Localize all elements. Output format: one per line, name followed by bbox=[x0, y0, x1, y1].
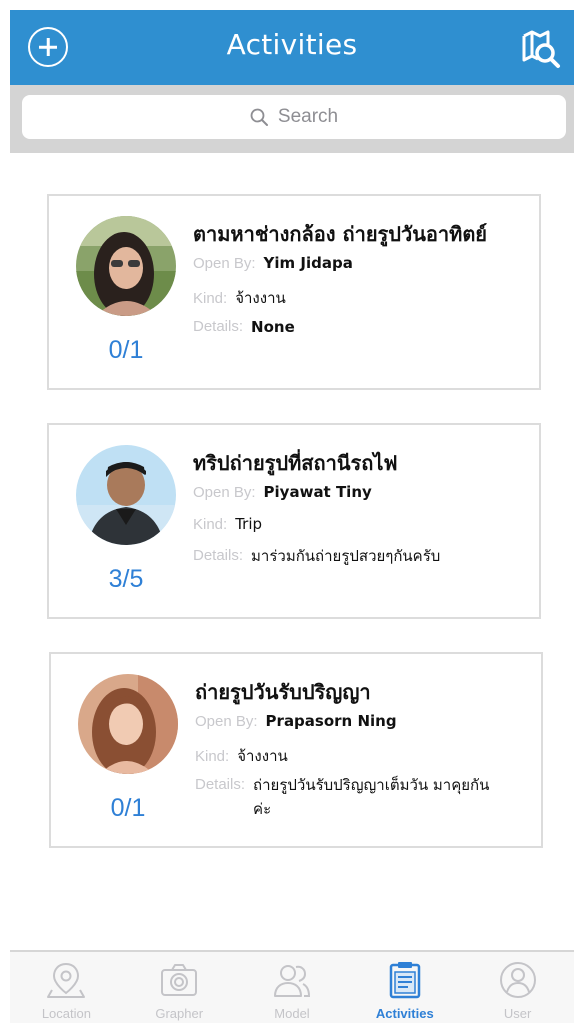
kind-value: จ้างงาน bbox=[235, 289, 286, 307]
open-by-label: Open By: bbox=[193, 255, 256, 272]
activity-title: ถ่ายรูปวันรับปริญญา bbox=[195, 680, 371, 704]
details-row: Details: ถ่ายรูปวันรับปริญญาเต็มวัน มาคุย… bbox=[195, 776, 493, 821]
kind-label: Kind: bbox=[195, 748, 230, 765]
open-by-row: Open By: Prapasorn Ning bbox=[195, 712, 397, 730]
tab-label: Grapher bbox=[155, 1006, 204, 1021]
tab-bar: Location Grapher Model Activities User bbox=[10, 950, 574, 1023]
details-row: Details: None bbox=[193, 318, 491, 339]
avatar bbox=[78, 674, 178, 774]
open-by-label: Open By: bbox=[195, 713, 258, 730]
tab-activities[interactable]: Activities bbox=[348, 952, 461, 1023]
search-bar: Search bbox=[10, 85, 574, 153]
participant-count: 3/5 bbox=[108, 565, 144, 593]
people-icon bbox=[273, 965, 310, 997]
nav-header: Activities bbox=[10, 10, 574, 85]
user-icon bbox=[499, 962, 536, 998]
details-label: Details: bbox=[193, 318, 244, 335]
magnifier-icon bbox=[250, 108, 268, 126]
avatar bbox=[76, 216, 176, 316]
details-label: Details: bbox=[193, 547, 244, 564]
tab-label: Location bbox=[41, 1006, 91, 1021]
participant-count: 0/1 bbox=[108, 336, 144, 364]
details-value: ถ่ายรูปวันรับปริญญาเต็มวัน มาคุยกันค่ะ bbox=[253, 776, 490, 818]
tab-label: User bbox=[503, 1006, 532, 1021]
search-input[interactable]: Search bbox=[22, 95, 566, 139]
tab-location[interactable]: Location bbox=[10, 952, 123, 1023]
open-by-value: Piyawat Tiny bbox=[263, 483, 372, 501]
kind-row: Kind: จ้างงาน bbox=[195, 744, 288, 768]
participant-count: 0/1 bbox=[110, 794, 146, 822]
activity-title: ตามหาช่างกล้อง ถ่ายรูปวันอาทิตย์ bbox=[193, 222, 488, 246]
activity-card[interactable]: 3/5 ทริปถ่ายรูปที่สถานีรถไฟ Open By: Piya… bbox=[47, 423, 541, 619]
camera-icon bbox=[161, 964, 198, 996]
details-value: มาร่วมกันถ่ายรูปสวยๆกันครับ bbox=[251, 547, 441, 565]
map-search-icon[interactable] bbox=[518, 26, 562, 70]
kind-row: Kind: Trip bbox=[193, 515, 262, 533]
tab-user[interactable]: User bbox=[461, 952, 574, 1023]
kind-value: Trip bbox=[235, 515, 263, 533]
search-placeholder: Search bbox=[277, 106, 339, 127]
activities-screen: Activities Search 0/1 ตามหาช่างกล้อง ถ่า… bbox=[0, 0, 574, 1023]
activity-card[interactable]: 0/1 ตามหาช่างกล้อง ถ่ายรูปวันอาทิตย์ Ope… bbox=[47, 194, 541, 390]
tab-grapher[interactable]: Grapher bbox=[123, 952, 236, 1023]
open-by-row: Open By: Piyawat Tiny bbox=[193, 483, 372, 501]
avatar bbox=[76, 445, 176, 545]
open-by-value: Prapasorn Ning bbox=[265, 712, 397, 730]
kind-value: จ้างงาน bbox=[237, 747, 288, 765]
details-value: None bbox=[251, 318, 295, 336]
tab-label: Activities bbox=[375, 1006, 434, 1021]
page-title: Activities bbox=[226, 28, 358, 61]
activity-title: ทริปถ่ายรูปที่สถานีรถไฟ bbox=[193, 451, 398, 475]
kind-label: Kind: bbox=[193, 290, 228, 307]
open-by-value: Yim Jidapa bbox=[263, 254, 353, 272]
details-label: Details: bbox=[195, 776, 246, 793]
clipboard-icon bbox=[389, 962, 421, 999]
map-pin-icon bbox=[47, 962, 86, 998]
kind-label: Kind: bbox=[193, 516, 228, 533]
tab-model[interactable]: Model bbox=[236, 952, 349, 1023]
tab-label: Model bbox=[274, 1006, 310, 1021]
open-by-row: Open By: Yim Jidapa bbox=[193, 254, 353, 272]
details-row: Details: มาร่วมกันถ่ายรูปสวยๆกันครับ bbox=[193, 547, 491, 568]
open-by-label: Open By: bbox=[193, 484, 256, 501]
kind-row: Kind: จ้างงาน bbox=[193, 286, 286, 310]
activity-card[interactable]: 0/1 ถ่ายรูปวันรับปริญญา Open By: Prapasor… bbox=[49, 652, 543, 848]
